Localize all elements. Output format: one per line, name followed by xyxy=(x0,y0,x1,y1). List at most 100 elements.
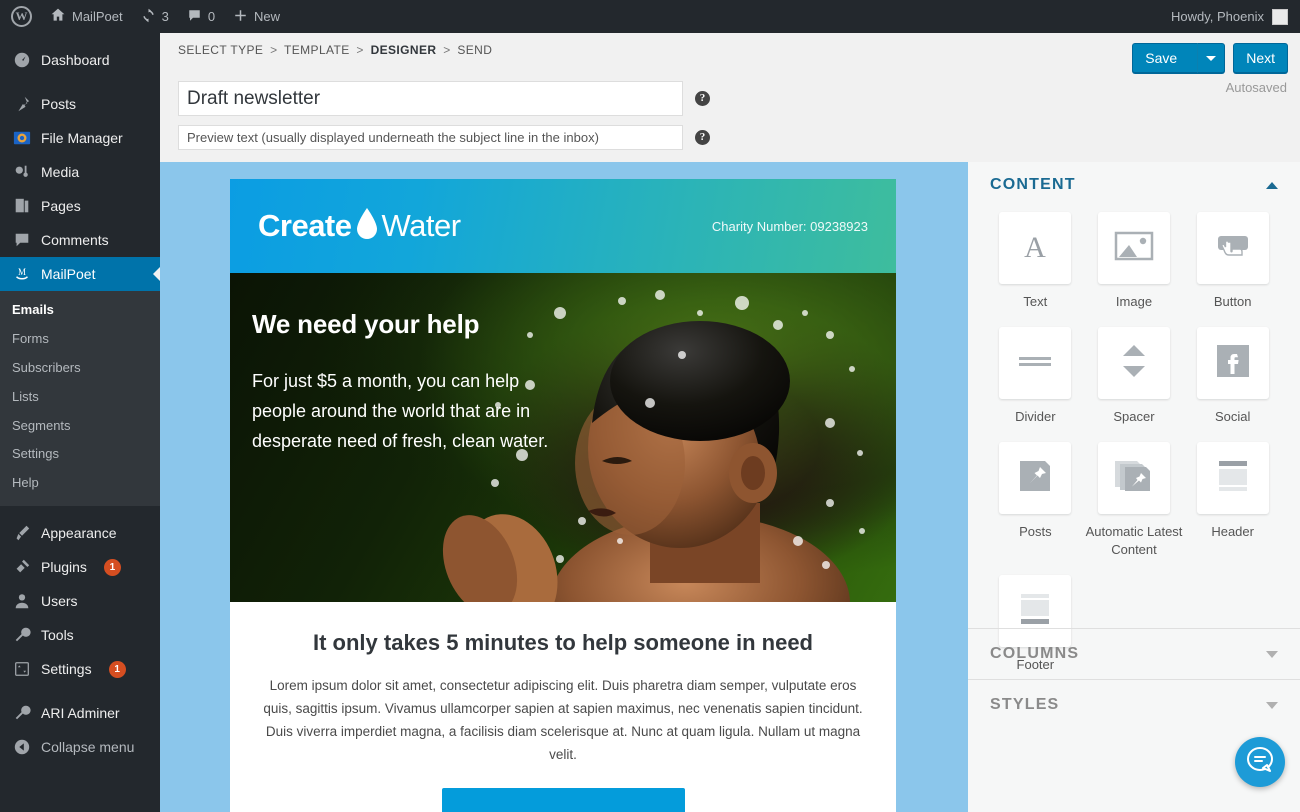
save-button[interactable]: Save xyxy=(1132,43,1198,73)
widget-image[interactable]: Image xyxy=(1085,206,1184,319)
columns-section-header[interactable]: COLUMNS xyxy=(968,628,1300,679)
posts-pin-icon xyxy=(1017,458,1053,499)
breadcrumb-separator: > xyxy=(356,43,364,57)
pin-icon xyxy=(12,94,32,114)
wordpress-logo-button[interactable] xyxy=(0,0,41,33)
submenu-item-lists[interactable]: Lists xyxy=(0,383,160,412)
plus-icon xyxy=(233,8,248,26)
account-menu[interactable]: Howdy, Phoenix xyxy=(1171,8,1300,25)
styles-section-header[interactable]: STYLES xyxy=(968,679,1300,730)
sidebar-item-appearance[interactable]: Appearance xyxy=(0,516,160,550)
widget-tile[interactable] xyxy=(1196,212,1269,284)
email-hero-block[interactable]: We need your help For just $5 a month, y… xyxy=(230,273,896,602)
help-chat-button[interactable] xyxy=(1235,737,1285,787)
brand-logo: Create Water xyxy=(258,207,461,246)
sidebar-item-ari-adminer[interactable]: ARI Adminer xyxy=(0,696,160,730)
subject-field-row: ? xyxy=(178,81,710,116)
file-manager-icon xyxy=(12,128,32,148)
breadcrumb-step-template[interactable]: TEMPLATE xyxy=(284,43,350,57)
autosaved-status: Autosaved xyxy=(1225,80,1287,95)
widget-tile[interactable] xyxy=(999,442,1072,514)
widget-label: Social xyxy=(1214,409,1251,424)
widget-tile[interactable] xyxy=(999,327,1072,399)
footer-block-icon xyxy=(1020,592,1050,631)
hero-body: For just $5 a month, you can help people… xyxy=(252,371,549,451)
howdy-label: Howdy, Phoenix xyxy=(1171,9,1264,24)
sidebar-item-media[interactable]: Media xyxy=(0,155,160,189)
next-button[interactable]: Next xyxy=(1233,43,1288,73)
collapsed-sections: COLUMNS STYLES xyxy=(968,628,1300,730)
widget-label: Text xyxy=(1023,294,1048,309)
widget-tile[interactable] xyxy=(1196,442,1269,514)
preview-text-input[interactable] xyxy=(178,125,683,150)
updates-icon xyxy=(141,8,156,26)
sidebar-item-users[interactable]: Users xyxy=(0,584,160,618)
email-header-block[interactable]: Create Water Charity Number: 09238923 xyxy=(230,179,896,273)
submenu-item-forms[interactable]: Forms xyxy=(0,325,160,354)
site-name-menu[interactable]: MailPoet xyxy=(41,0,132,33)
designer-sidebar-panel: CONTENT A Text Image Button Divider Spac… xyxy=(965,162,1300,812)
submenu-item-settings[interactable]: Settings xyxy=(0,440,160,469)
hero-text[interactable]: We need your help For just $5 a month, y… xyxy=(252,309,562,456)
divider-icon xyxy=(1015,351,1055,376)
automatic-latest-content-icon xyxy=(1114,458,1154,499)
comment-icon xyxy=(187,8,202,26)
widget-header[interactable]: Header xyxy=(1183,436,1282,567)
widget-tile[interactable] xyxy=(1097,327,1170,399)
sidebar-item-tools[interactable]: Tools xyxy=(0,618,160,652)
widget-tile[interactable] xyxy=(1097,212,1170,284)
menu-gap-3 xyxy=(0,686,160,696)
widget-automatic-latest-content[interactable]: Automatic Latest Content xyxy=(1085,436,1184,567)
email-cta-button[interactable] xyxy=(441,788,685,812)
submenu-item-help[interactable]: Help xyxy=(0,469,160,498)
sidebar-item-posts[interactable]: Posts xyxy=(0,87,160,121)
email-canvas[interactable]: Create Water Charity Number: 09238923 We… xyxy=(160,162,965,812)
subject-help-icon[interactable]: ? xyxy=(695,91,710,106)
sidebar-item-collapse-menu[interactable]: Collapse menu xyxy=(0,730,160,764)
widget-tile[interactable] xyxy=(1097,442,1170,514)
sidebar-item-plugins[interactable]: Plugins 1 xyxy=(0,550,160,584)
widget-tile[interactable]: A xyxy=(999,212,1072,284)
submenu-item-segments[interactable]: Segments xyxy=(0,412,160,441)
comments-menu[interactable]: 0 xyxy=(178,0,224,33)
breadcrumb: SELECT TYPE > TEMPLATE > DESIGNER > SEND xyxy=(178,43,492,57)
widget-spacer[interactable]: Spacer xyxy=(1085,321,1184,434)
subject-input[interactable] xyxy=(178,81,683,116)
sidebar-item-file-manager[interactable]: File Manager xyxy=(0,121,160,155)
widget-button[interactable]: Button xyxy=(1183,206,1282,319)
sidebar-item-comments[interactable]: Comments xyxy=(0,223,160,257)
widget-text[interactable]: A Text xyxy=(986,206,1085,319)
breadcrumb-step-designer[interactable]: DESIGNER xyxy=(371,43,437,57)
widget-divider[interactable]: Divider xyxy=(986,321,1085,434)
chevron-down-icon xyxy=(1206,55,1217,61)
sidebar-item-pages[interactable]: Pages xyxy=(0,189,160,223)
updates-count: 3 xyxy=(161,9,169,24)
tools-icon xyxy=(12,625,32,645)
sidebar-item-label: Collapse menu xyxy=(41,739,135,756)
updates-menu[interactable]: 3 xyxy=(132,0,178,33)
triangle-down-icon[interactable] xyxy=(1266,701,1278,709)
submenu-item-emails[interactable]: Emails xyxy=(0,296,160,325)
breadcrumb-step-send[interactable]: SEND xyxy=(457,43,492,57)
new-content-menu[interactable]: New xyxy=(224,0,289,33)
save-dropdown-toggle[interactable] xyxy=(1197,43,1226,73)
email-text-block[interactable]: It only takes 5 minutes to help someone … xyxy=(230,602,896,812)
triangle-down-icon[interactable] xyxy=(1266,650,1278,658)
content-section-header[interactable]: CONTENT xyxy=(968,162,1300,206)
sidebar-item-label: Users xyxy=(41,593,78,610)
plugins-update-badge: 1 xyxy=(103,558,121,576)
breadcrumb-step-select-type[interactable]: SELECT TYPE xyxy=(178,43,263,57)
widget-label: Header xyxy=(1211,524,1254,539)
widget-tile[interactable] xyxy=(1196,327,1269,399)
triangle-up-icon[interactable] xyxy=(1266,181,1278,189)
submenu-item-subscribers[interactable]: Subscribers xyxy=(0,354,160,383)
sidebar-item-dashboard[interactable]: Dashboard xyxy=(0,43,160,77)
menu-gap-top xyxy=(0,33,160,43)
menu-gap-1 xyxy=(0,77,160,87)
widget-posts[interactable]: Posts xyxy=(986,436,1085,567)
sidebar-item-settings[interactable]: Settings 1 xyxy=(0,652,160,686)
widget-social[interactable]: Social xyxy=(1183,321,1282,434)
sidebar-item-mailpoet[interactable]: M MailPoet xyxy=(0,257,160,291)
preview-help-icon[interactable]: ? xyxy=(695,130,710,145)
breadcrumb-separator: > xyxy=(270,43,278,57)
